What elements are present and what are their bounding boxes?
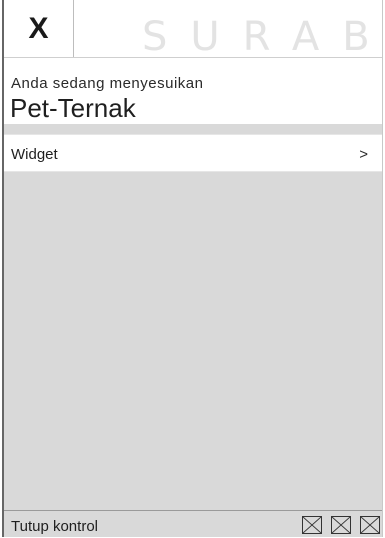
site-title: Pet-Ternak [10,93,136,123]
watermark: SURAB [142,14,385,60]
close-icon: X [28,11,49,45]
placeholder-x-icon[interactable] [360,516,380,534]
customizer-panel: X SURAB Anda sedang menyesuikan Pet-Tern… [2,0,383,537]
menu-item-widget[interactable]: Widget > [4,134,382,172]
customizer-header: Anda sedang menyesuikan Pet-Ternak [4,58,382,124]
customizer-subtitle: Anda sedang menyesuikan [11,75,204,92]
close-button[interactable]: X [4,0,74,57]
footer-bar: Tutup kontrol [4,510,382,537]
menu-item-label: Widget [11,146,58,163]
chevron-right-icon: > [359,146,368,163]
placeholder-x-icon[interactable] [331,516,351,534]
placeholder-x-icon[interactable] [302,516,322,534]
collapse-controls-button[interactable]: Tutup kontrol [11,518,98,535]
top-bar: X SURAB [4,0,385,60]
footer-icons [302,516,380,534]
